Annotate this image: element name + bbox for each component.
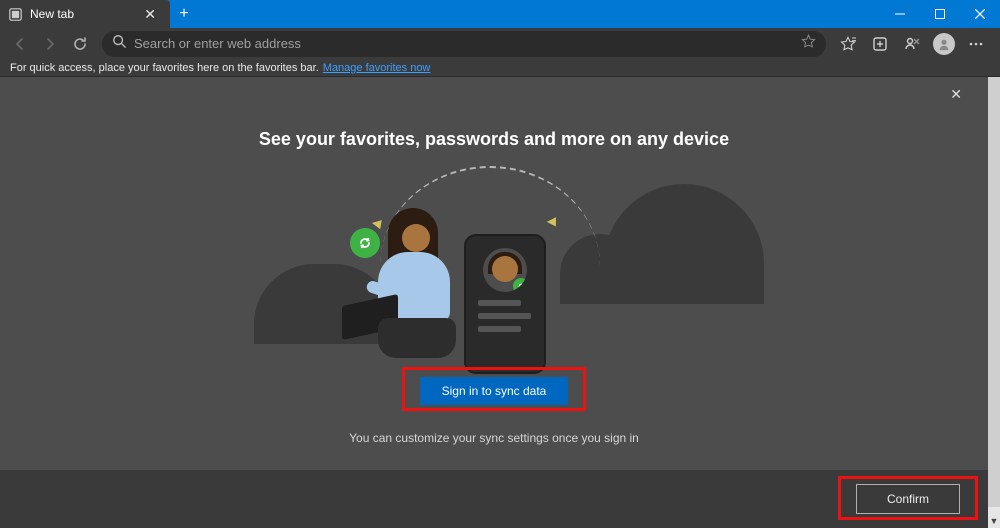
tab-title: New tab: [30, 7, 74, 21]
personal-button[interactable]: [898, 30, 926, 58]
favorites-hint-text: For quick access, place your favorites h…: [10, 62, 319, 74]
minimize-button[interactable]: [880, 0, 920, 28]
maximize-button[interactable]: [920, 0, 960, 28]
panel-close-button[interactable]: ✕: [946, 82, 966, 107]
back-button[interactable]: [6, 30, 34, 58]
search-input[interactable]: [134, 36, 793, 51]
sync-illustration: ◀ ◀ ◀: [334, 174, 654, 369]
sync-hint-text: You can customize your sync settings onc…: [0, 431, 988, 445]
sync-panel-title: See your favorites, passwords and more o…: [0, 129, 988, 150]
sync-action-area: Sign in to sync data You can customize y…: [0, 377, 988, 445]
window-close-button[interactable]: [960, 0, 1000, 28]
address-bar[interactable]: [102, 31, 826, 57]
sign-in-button[interactable]: Sign in to sync data: [420, 377, 569, 405]
favorite-star-icon[interactable]: [801, 34, 816, 54]
tabs-area: New tab ✕ +: [0, 0, 198, 28]
search-icon: [112, 34, 126, 53]
phone-avatar-icon: [483, 248, 527, 292]
window-controls: [880, 0, 1000, 28]
collections-button[interactable]: [866, 30, 894, 58]
favorites-hint-bar: For quick access, place your favorites h…: [0, 59, 1000, 77]
tab-close-icon[interactable]: ✕: [140, 4, 160, 25]
avatar-icon: [933, 33, 955, 55]
chevron-icon: ◀: [547, 214, 556, 228]
sync-badge-icon: [513, 278, 527, 292]
tab-favicon-icon: [8, 7, 22, 21]
cloud-icon: [604, 184, 764, 304]
toolbar: [0, 28, 1000, 59]
vertical-scrollbar[interactable]: ▲ ▼: [988, 77, 1000, 528]
close-icon: ✕: [950, 86, 962, 102]
profile-button[interactable]: [930, 30, 958, 58]
refresh-button[interactable]: [66, 30, 94, 58]
more-button[interactable]: [962, 30, 990, 58]
title-bar: New tab ✕ +: [0, 0, 1000, 28]
phone-illustration: [464, 234, 546, 374]
manage-favorites-link[interactable]: Manage favorites now: [323, 62, 431, 74]
forward-button[interactable]: [36, 30, 64, 58]
favorites-button[interactable]: [834, 30, 862, 58]
new-tab-button[interactable]: +: [170, 0, 198, 28]
person-illustration: [348, 208, 468, 368]
scroll-thumb[interactable]: [988, 77, 1000, 507]
plus-icon: +: [179, 5, 188, 23]
confirm-button[interactable]: Confirm: [856, 484, 960, 514]
sync-panel: ✕ See your favorites, passwords and more…: [0, 77, 988, 528]
tab-new[interactable]: New tab ✕: [0, 0, 170, 28]
toolbar-right: [834, 30, 994, 58]
scroll-down-icon[interactable]: ▼: [988, 514, 1000, 528]
sync-footer: Confirm: [0, 470, 988, 528]
